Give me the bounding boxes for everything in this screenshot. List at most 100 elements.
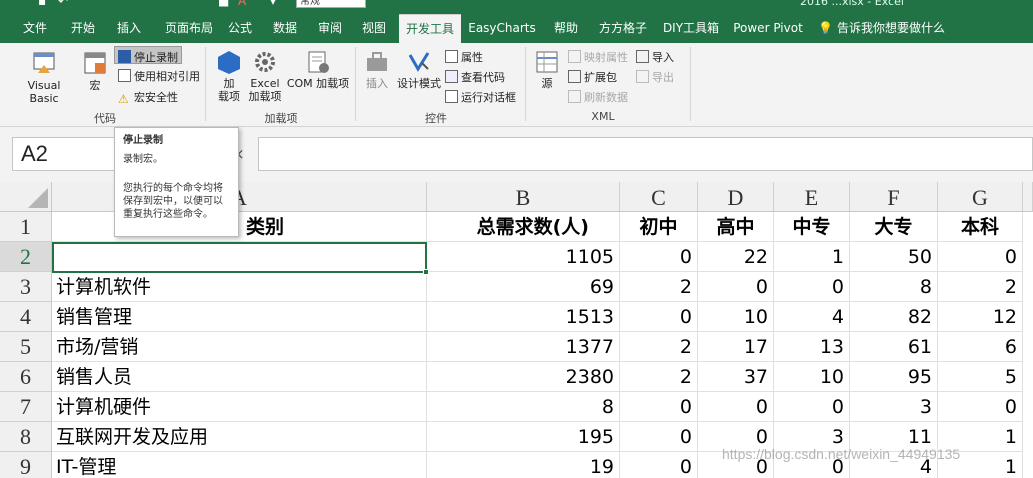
table-cell[interactable]: 50 bbox=[850, 242, 938, 272]
table-cell[interactable]: 6 bbox=[938, 332, 1023, 362]
table-cell[interactable]: 2380 bbox=[427, 362, 620, 392]
column-header-h[interactable] bbox=[1023, 182, 1033, 212]
row-header-8[interactable]: 8 bbox=[0, 422, 52, 452]
tab-data[interactable]: 数据 bbox=[264, 14, 306, 43]
table-cell[interactable]: 3 bbox=[850, 392, 938, 422]
table-cell[interactable]: 17 bbox=[698, 332, 774, 362]
header-cell-college[interactable]: 大专 bbox=[850, 212, 938, 242]
column-header-g[interactable]: G bbox=[938, 182, 1023, 212]
table-cell[interactable]: 13 bbox=[774, 332, 850, 362]
table-cell[interactable]: 0 bbox=[620, 302, 698, 332]
quick-access-combo[interactable]: 常规 bbox=[296, 0, 366, 8]
visual-basic-button[interactable]: Visual Basic bbox=[12, 49, 76, 105]
table-cell[interactable]: 22 bbox=[698, 242, 774, 272]
row-header-6[interactable]: 6 bbox=[0, 362, 52, 392]
format-icon[interactable]: A bbox=[238, 0, 252, 8]
table-cell[interactable]: 0 bbox=[938, 242, 1023, 272]
table-cell[interactable]: 95 bbox=[850, 362, 938, 392]
table-cell[interactable]: 0 bbox=[698, 392, 774, 422]
table-cell[interactable]: 2 bbox=[938, 272, 1023, 302]
tell-me-search[interactable]: 💡 告诉我你想要做什么 bbox=[818, 14, 945, 43]
row-header-9[interactable]: 9 bbox=[0, 452, 52, 478]
tab-home[interactable]: 开始 bbox=[62, 14, 104, 43]
view-code-button[interactable]: 查看代码 bbox=[445, 69, 505, 85]
select-all-button[interactable] bbox=[0, 182, 52, 212]
run-dialog-button[interactable]: 运行对话框 bbox=[445, 89, 516, 105]
tab-insert[interactable]: 插入 bbox=[108, 14, 150, 43]
tab-easycharts[interactable]: EasyCharts bbox=[466, 14, 538, 43]
table-cell[interactable]: 195 bbox=[427, 422, 620, 452]
tab-file[interactable]: 文件 bbox=[14, 14, 56, 43]
row-header-5[interactable]: 5 bbox=[0, 332, 52, 362]
fill-handle[interactable] bbox=[423, 269, 429, 275]
table-cell[interactable]: 0 bbox=[698, 272, 774, 302]
table-cell[interactable]: 82 bbox=[850, 302, 938, 332]
table-cell[interactable]: 销售管理 bbox=[52, 302, 427, 332]
table-cell[interactable]: 0 bbox=[620, 452, 698, 478]
design-mode-button[interactable]: 设计模式 bbox=[396, 49, 442, 90]
tab-developer[interactable]: 开发工具 bbox=[399, 14, 461, 43]
expansion-packs-button[interactable]: 扩展包 bbox=[568, 69, 617, 85]
table-cell[interactable]: 0 bbox=[620, 422, 698, 452]
tab-power-pivot[interactable]: Power Pivot bbox=[730, 14, 806, 43]
table-cell[interactable]: 0 bbox=[774, 392, 850, 422]
header-cell-junior-high[interactable]: 初中 bbox=[620, 212, 698, 242]
row-header-4[interactable]: 4 bbox=[0, 302, 52, 332]
properties-button[interactable]: 属性 bbox=[445, 49, 483, 65]
table-cell[interactable]: 4 bbox=[774, 302, 850, 332]
column-header-d[interactable]: D bbox=[698, 182, 774, 212]
column-header-a[interactable]: A bbox=[52, 182, 427, 212]
tab-fangfang[interactable]: 方方格子 bbox=[592, 14, 654, 43]
relative-reference-button[interactable]: 使用相对引用 bbox=[118, 68, 200, 84]
table-cell[interactable]: 8 bbox=[850, 272, 938, 302]
table-cell[interactable]: 0 bbox=[774, 272, 850, 302]
tab-page-layout[interactable]: 页面布局 bbox=[156, 14, 222, 43]
header-cell-total[interactable]: 总需求数(人) bbox=[427, 212, 620, 242]
table-cell[interactable]: 12 bbox=[938, 302, 1023, 332]
table-cell[interactable]: 10 bbox=[774, 362, 850, 392]
record-icon[interactable]: ■ bbox=[218, 0, 232, 8]
column-header-b[interactable]: B bbox=[427, 182, 620, 212]
table-cell[interactable]: 市场/营销 bbox=[52, 332, 427, 362]
table-cell[interactable]: 5 bbox=[938, 362, 1023, 392]
table-cell[interactable]: 2 bbox=[620, 362, 698, 392]
table-cell[interactable]: 69 bbox=[427, 272, 620, 302]
row-header-3[interactable]: 3 bbox=[0, 272, 52, 302]
insert-control-button[interactable]: 插入 bbox=[360, 49, 394, 90]
table-cell[interactable]: 计算机软件 bbox=[52, 272, 427, 302]
table-cell[interactable]: 37 bbox=[698, 362, 774, 392]
formula-input[interactable] bbox=[258, 137, 1033, 171]
macro-security-button[interactable]: ⚠ 宏安全性 bbox=[118, 89, 178, 106]
header-cell-vocational[interactable]: 中专 bbox=[774, 212, 850, 242]
table-cell[interactable]: 1377 bbox=[427, 332, 620, 362]
macros-button[interactable]: 宏 bbox=[80, 49, 110, 92]
column-header-e[interactable]: E bbox=[774, 182, 850, 212]
column-header-c[interactable]: C bbox=[620, 182, 698, 212]
undo-icon[interactable]: ↶ bbox=[58, 0, 72, 8]
table-cell[interactable]: 2 bbox=[620, 272, 698, 302]
table-cell[interactable]: 0 bbox=[620, 392, 698, 422]
excel-addins-button[interactable]: Excel 加载项 bbox=[246, 49, 284, 103]
table-cell[interactable]: 0 bbox=[938, 392, 1023, 422]
tab-help[interactable]: 帮助 bbox=[545, 14, 587, 43]
table-cell[interactable]: 计算机硬件 bbox=[52, 392, 427, 422]
xml-source-button[interactable]: 源 bbox=[532, 49, 562, 90]
addins-button[interactable]: 加 载项 bbox=[212, 49, 246, 103]
table-cell[interactable]: 互联网开发及应用 bbox=[52, 422, 427, 452]
table-cell[interactable]: 2 bbox=[620, 332, 698, 362]
header-cell-high-school[interactable]: 高中 bbox=[698, 212, 774, 242]
quick-access-dropdown-icon[interactable]: ▾ bbox=[270, 0, 284, 8]
row-header-7[interactable]: 7 bbox=[0, 392, 52, 422]
header-cell-bachelor[interactable]: 本科 bbox=[938, 212, 1023, 242]
row-header-1[interactable]: 1 bbox=[0, 212, 52, 242]
table-cell[interactable]: 8 bbox=[427, 392, 620, 422]
row-header-2[interactable]: 2 bbox=[0, 242, 52, 272]
tab-formulas[interactable]: 公式 bbox=[220, 14, 260, 43]
xml-import-button[interactable]: 导入 bbox=[636, 49, 674, 65]
table-cell[interactable]: IT-管理 bbox=[52, 452, 427, 478]
tab-review[interactable]: 审阅 bbox=[309, 14, 351, 43]
com-addins-button[interactable]: COM 加载项 bbox=[285, 49, 351, 90]
tab-view[interactable]: 视图 bbox=[353, 14, 395, 43]
save-icon[interactable]: ▪ bbox=[38, 0, 52, 8]
table-cell[interactable]: 1 bbox=[774, 242, 850, 272]
